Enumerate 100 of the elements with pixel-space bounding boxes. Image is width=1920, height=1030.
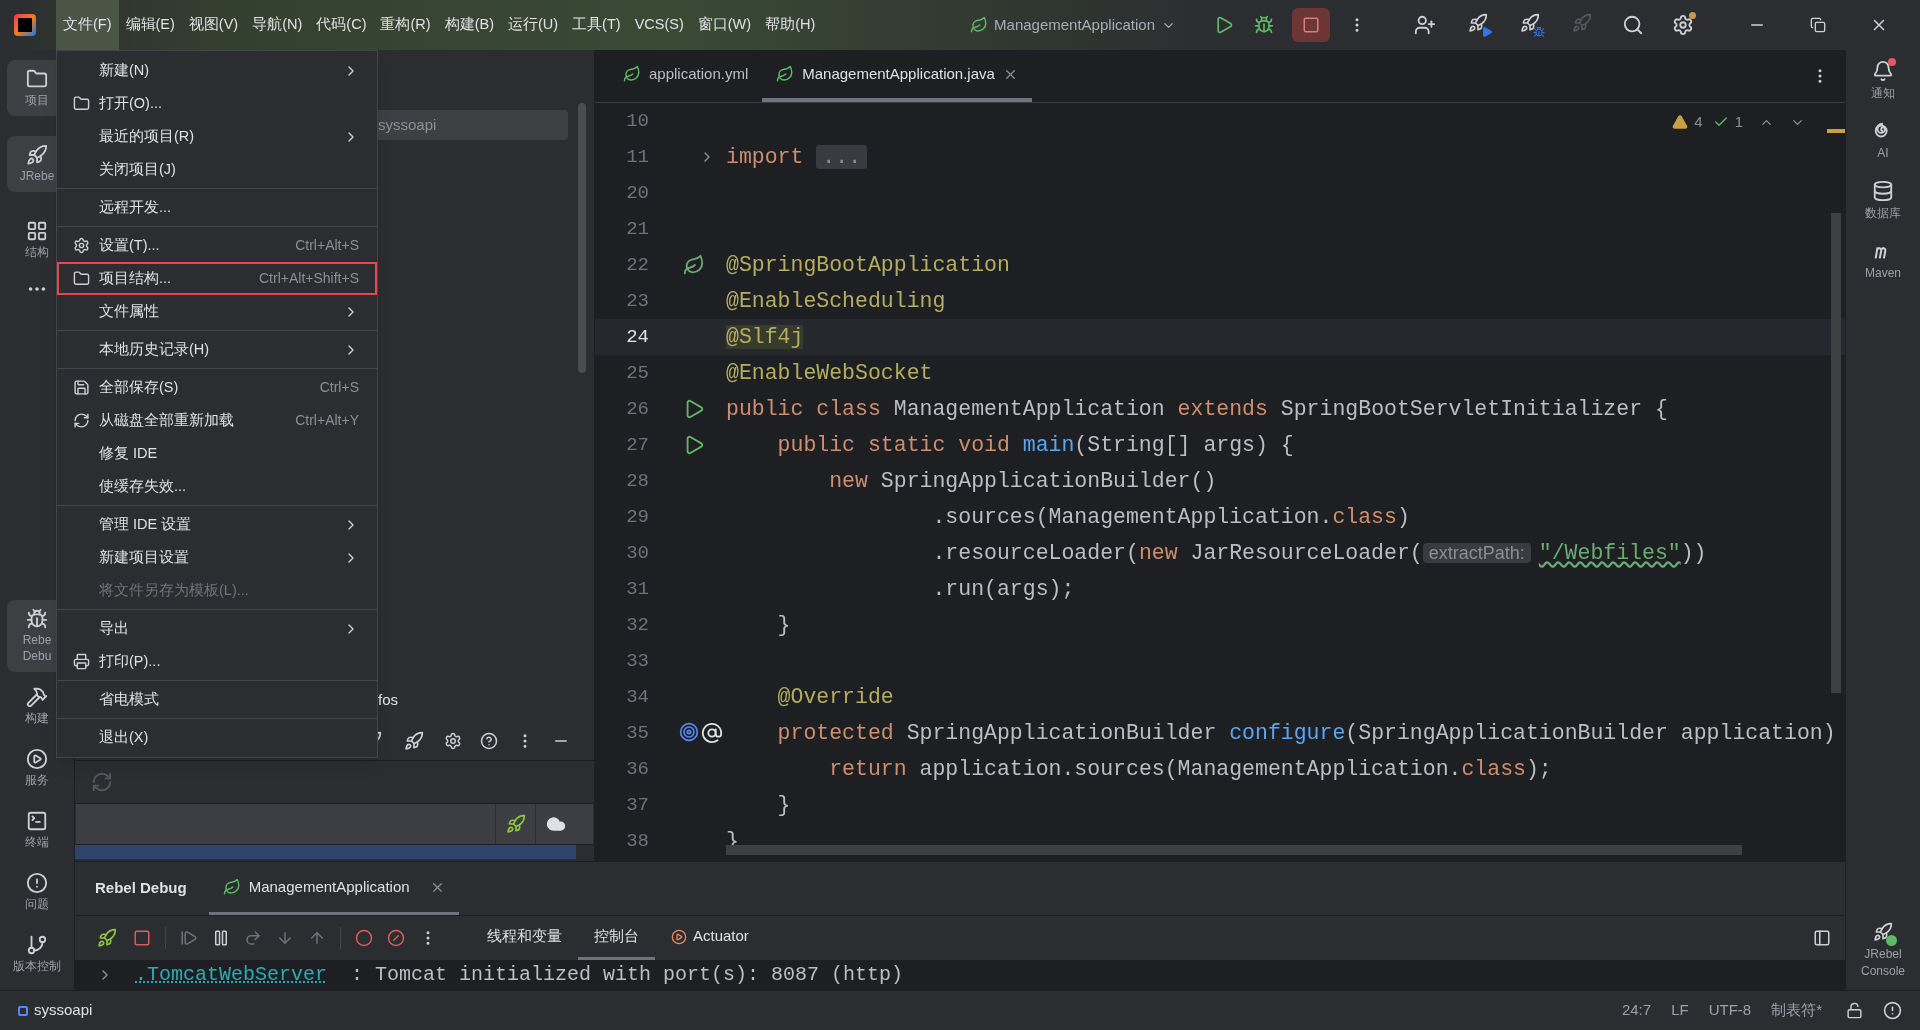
terminal-icon: [26, 810, 48, 832]
scrollbar[interactable]: [1831, 213, 1841, 693]
status-item[interactable]: LF: [1671, 999, 1689, 1022]
menu-title[interactable]: 构建(B): [437, 0, 501, 50]
cloud-icon[interactable]: [545, 814, 566, 834]
step-out-icon[interactable]: [308, 929, 326, 947]
debug-subtab[interactable]: Actuator: [655, 916, 765, 960]
menu-item[interactable]: 使缓存失效...: [57, 470, 377, 503]
bug-icon: [26, 608, 48, 630]
status-item[interactable]: 制表符*: [1771, 999, 1822, 1022]
bell-icon: [1872, 60, 1894, 82]
menu-item[interactable]: 本地历史记录(H): [57, 333, 377, 366]
status-item[interactable]: 24:7: [1621, 999, 1652, 1022]
bug-icon[interactable]: [1254, 15, 1274, 35]
line-number: 10: [625, 108, 649, 134]
menu-title[interactable]: 帮助(H): [758, 0, 823, 50]
settings-icon[interactable]: [1672, 14, 1694, 36]
code-line: public class ManagementApplication extends SpringBootServletInitializer {: [726, 395, 1668, 423]
override-icon[interactable]: [679, 722, 699, 744]
folder-icon: [26, 68, 48, 90]
run-config-selector[interactable]: ManagementApplication: [970, 13, 1176, 37]
database-icon: [1872, 180, 1894, 202]
tool-window-button[interactable]: 版本控制: [7, 926, 67, 982]
menu-item[interactable]: 远程开发...: [57, 191, 377, 224]
line-number: 32: [625, 612, 649, 638]
menu-item[interactable]: 省电模式: [57, 683, 377, 716]
menu-title[interactable]: 代码(C): [309, 0, 374, 50]
stop-icon[interactable]: [133, 929, 151, 947]
add-user-icon[interactable]: [1414, 14, 1436, 36]
app-logo-icon[interactable]: [14, 14, 36, 36]
panel-title: Rebel Debug: [95, 878, 187, 899]
warning-icon: [1672, 114, 1689, 131]
menu-title[interactable]: 重构(R): [373, 0, 438, 50]
save-icon: [73, 379, 90, 396]
code-line: @Override: [776, 683, 894, 711]
run-tab[interactable]: ManagementApplication: [208, 862, 459, 915]
line-number: 11: [625, 144, 649, 170]
pause-icon[interactable]: [212, 929, 230, 947]
leaf-icon: [776, 65, 795, 83]
line-number: 27: [625, 432, 649, 458]
line-number: 33: [625, 648, 649, 674]
leaf-icon: [970, 16, 989, 34]
stop-button[interactable]: [1292, 8, 1330, 42]
hammer-icon: [26, 686, 48, 708]
menu-item[interactable]: 管理 IDE 设置: [57, 508, 377, 541]
editor-tab[interactable]: ManagementApplication.java: [762, 50, 1032, 102]
tree-item[interactable]: fos: [378, 688, 594, 711]
line-number: 23: [625, 288, 649, 314]
menu-title[interactable]: 运行(U): [500, 0, 566, 50]
search-icon[interactable]: [1622, 14, 1644, 36]
mute-breakpoints-icon[interactable]: [387, 929, 405, 947]
debug-subtab[interactable]: 线程和变量: [471, 916, 578, 960]
line-number: 26: [625, 396, 649, 422]
step-over-icon[interactable]: [244, 929, 262, 947]
alert-icon[interactable]: [1883, 1001, 1902, 1020]
scrollbar[interactable]: [726, 845, 1742, 855]
grid-icon: [26, 220, 48, 242]
menu-item[interactable]: 项目结构... Ctrl+Alt+Shift+S: [57, 262, 377, 295]
menu-item[interactable]: 修复 IDE: [57, 437, 377, 470]
breakpoints-icon[interactable]: [355, 929, 373, 947]
lock-icon[interactable]: [1846, 1002, 1863, 1019]
tool-window-button[interactable]: 问题: [7, 864, 67, 920]
layout-icon[interactable]: [1813, 929, 1831, 947]
gear-icon[interactable]: [444, 731, 462, 750]
at-sign-icon[interactable]: [701, 722, 723, 744]
menu-title[interactable]: 窗口(W): [690, 0, 759, 50]
line-number: 34: [625, 684, 649, 710]
step-into-icon[interactable]: [276, 929, 294, 947]
help-icon[interactable]: [480, 731, 498, 750]
leaf-icon: [623, 65, 641, 83]
line-number: 36: [625, 756, 649, 782]
rocket-debug-icon[interactable]: [95, 926, 119, 950]
tool-window-button[interactable]: Maven: [1846, 240, 1920, 282]
menu-item[interactable]: 全部保存(S) Ctrl+S: [57, 371, 377, 404]
menu-title[interactable]: 文件(F): [56, 0, 119, 50]
code-line: @EnableScheduling: [726, 287, 946, 315]
resume-icon[interactable]: [180, 929, 198, 947]
project-widget[interactable]: syssoapi: [18, 999, 93, 1022]
menu-title[interactable]: 导航(N): [245, 0, 310, 50]
menu-title[interactable]: 视图(V): [181, 0, 246, 50]
scrollbar[interactable]: [578, 103, 586, 373]
menu-item[interactable]: 从磁盘全部重新加载 Ctrl+Alt+Y: [57, 404, 377, 437]
restore-icon[interactable]: [1810, 17, 1826, 33]
rocket-check-icon[interactable]: [1871, 920, 1895, 944]
leaf-icon[interactable]: [683, 254, 705, 276]
menu-title[interactable]: 编辑(E): [118, 0, 182, 50]
tool-window-button[interactable]: JRebel Console: [1846, 920, 1920, 980]
menu-title[interactable]: 工具(T): [565, 0, 628, 50]
run-icon[interactable]: [1214, 15, 1234, 35]
tool-window-button[interactable]: AI: [1846, 120, 1920, 162]
refresh-icon: [73, 412, 90, 429]
menu-item[interactable]: 文件属性: [57, 295, 377, 328]
menu-title[interactable]: VCS(S): [627, 0, 691, 50]
inspection-widget[interactable]: 4 1: [1672, 111, 1805, 134]
menu-item[interactable]: 新建项目设置: [57, 541, 377, 574]
tool-window-button[interactable]: 通知: [1846, 60, 1920, 102]
status-item[interactable]: UTF-8: [1708, 999, 1752, 1022]
tool-window-button[interactable]: 终端: [7, 802, 67, 858]
editor-tab[interactable]: application.yml: [609, 50, 763, 102]
tool-window-button[interactable]: 数据库: [1846, 180, 1920, 222]
